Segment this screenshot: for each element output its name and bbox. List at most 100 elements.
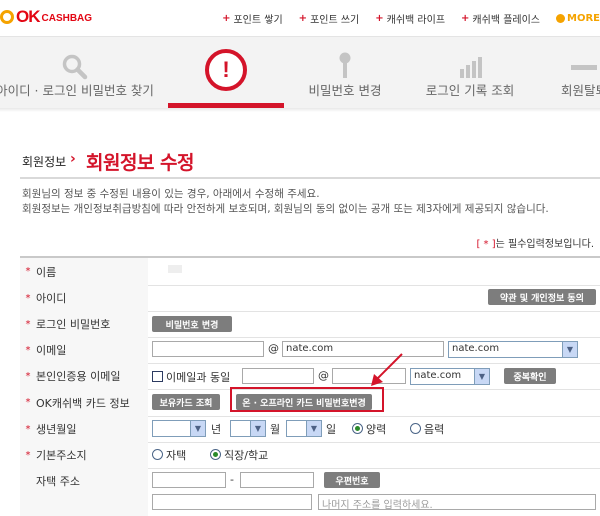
row-label: * 로그인 비밀번호	[20, 311, 148, 337]
zipcode-dash: -	[230, 473, 234, 486]
terms-consent-button[interactable]: 약관 및 개인정보 동의	[488, 289, 596, 305]
breadcrumb[interactable]: 회원정보	[22, 153, 66, 170]
nav-shadow	[0, 108, 600, 112]
view-cards-button[interactable]: 보유카드 조회	[152, 394, 220, 410]
logo-text: OK	[16, 7, 40, 26]
required-mark: [ * ]	[476, 239, 496, 250]
tab-edit-member-info[interactable]: !	[170, 37, 282, 109]
top-nav-earn-points[interactable]: + 포인트 쌓기	[222, 11, 283, 26]
row-value: 비밀번호 변경	[148, 311, 600, 337]
solar-label: 양력	[366, 423, 387, 436]
required-star-icon: *	[25, 344, 31, 356]
form-row-default-address: * 기본주소지 자택 직장/학교	[20, 442, 600, 469]
verification-email-domain-select-value: nate.com	[414, 370, 462, 381]
required-star-icon: *	[25, 449, 31, 461]
lunar-radio[interactable]	[410, 423, 421, 434]
tab-label: 회원탈퇴	[560, 83, 600, 98]
required-note-text: 는 필수입력정보입니다.	[495, 239, 594, 250]
chevron-down-icon: ▼	[250, 421, 265, 436]
duplicate-check-button[interactable]: 중복확인	[504, 368, 556, 384]
logo-sun-icon	[0, 10, 14, 24]
form-row-name: * 이름	[20, 258, 600, 286]
label-birthdate: 생년월일	[36, 423, 77, 436]
verification-email-id-input[interactable]	[242, 368, 314, 384]
logo-subtext: CASHBAG	[41, 13, 93, 24]
label-verification-email: 본인인증용 이메일	[36, 370, 121, 383]
lunar-label: 음력	[424, 423, 445, 436]
label-login-password: 로그인 비밀번호	[36, 318, 111, 331]
change-password-button[interactable]: 비밀번호 변경	[152, 316, 232, 332]
row-value	[148, 258, 600, 285]
row-value: - 우편번호 나머지 주소를 입력하세요.	[148, 468, 600, 516]
row-value: 자택 직장/학교	[148, 442, 600, 468]
chevron-down-icon: ▼	[306, 421, 321, 436]
email-id-input[interactable]	[152, 341, 264, 357]
required-star-icon: *	[25, 292, 31, 304]
solar-radio[interactable]	[352, 423, 363, 434]
row-label: * 생년월일	[20, 416, 148, 442]
top-nav: + 포인트 쌓기 + 포인트 쓰기 + 캐쉬백 라이프 + 캐쉬백 플레이스 MORE	[206, 11, 600, 26]
description-line-2: 회원정보는 개인정보취급방침에 따라 안전하게 보호되며, 회원님의 동의 없이…	[22, 203, 549, 215]
work-address-radio[interactable]	[210, 449, 221, 460]
key-icon	[339, 52, 351, 78]
minus-icon	[571, 65, 597, 70]
birth-year-select[interactable]: ▼	[152, 420, 206, 437]
form-row-home-address: 자택 주소 - 우편번호 나머지 주소를 입력하세요.	[20, 468, 600, 516]
plus-icon: +	[298, 13, 308, 24]
tab-login-history[interactable]: 로그인 기록 조회	[412, 37, 528, 109]
search-icon	[62, 54, 88, 80]
member-info-form: * 이름 * 아이디 약관 및 개인정보 동의 * 로그인 비밀번호 비밀번호 변경 …	[20, 256, 600, 516]
plus-icon: +	[461, 13, 470, 24]
row-label: * OK캐쉬백 카드 정보	[20, 389, 148, 416]
top-nav-cashbag-place[interactable]: + 캐쉬백 플레이스	[461, 11, 540, 26]
zipcode-second-input[interactable]	[240, 472, 314, 488]
address-detail-input[interactable]: 나머지 주소를 입력하세요.	[318, 494, 596, 511]
tab-withdraw[interactable]: 회원탈퇴	[544, 37, 600, 109]
chevron-down-icon: ▼	[190, 421, 205, 436]
title-divider	[20, 177, 600, 179]
form-row-email: * 이메일 @ nate.com nate.com ▼	[20, 337, 600, 364]
form-row-birthdate: * 생년월일 ▼ 년 ▼ 월 ▼ 일 양력 음력	[20, 416, 600, 443]
home-address-label: 자택	[166, 449, 187, 462]
row-label: * 아이디	[20, 285, 148, 311]
email-domain-select-value: nate.com	[452, 343, 500, 354]
row-label: * 본인인증용 이메일	[20, 363, 148, 389]
same-as-email-label: 이메일과 동일	[166, 371, 231, 384]
required-star-icon: *	[25, 266, 31, 277]
label-email: 이메일	[36, 344, 67, 357]
home-address-radio[interactable]	[152, 449, 163, 460]
label-default-address: 기본주소지	[36, 449, 87, 462]
tab-change-password[interactable]: 비밀번호 변경	[286, 37, 404, 109]
top-nav-cashbag-life[interactable]: + 캐쉬백 라이프	[375, 11, 445, 26]
day-unit: 일	[326, 423, 337, 436]
tab-find-id-password[interactable]: 아이디 · 로그인 비밀번호 찾기	[0, 37, 170, 109]
zipcode-search-button[interactable]: 우편번호	[324, 472, 380, 488]
top-nav-label: MORE	[567, 13, 600, 24]
row-value: 약관 및 개인정보 동의	[148, 285, 600, 311]
form-row-id: * 아이디 약관 및 개인정보 동의	[20, 285, 600, 312]
address-input[interactable]	[152, 494, 312, 510]
okcashbag-logo[interactable]: OK CASHBAG	[0, 7, 93, 26]
verification-email-domain-select[interactable]: nate.com ▼	[410, 368, 490, 385]
top-nav-label: 캐쉬백 라이프	[386, 15, 446, 26]
form-row-verification-email: * 본인인증용 이메일 이메일과 동일 @ nate.com ▼ 중복확인	[20, 363, 600, 390]
plus-icon: +	[222, 13, 231, 24]
required-star-icon: *	[25, 318, 31, 330]
birth-day-select[interactable]: ▼	[286, 420, 322, 437]
row-label: * 이름	[20, 258, 148, 285]
plus-icon: +	[375, 13, 384, 24]
email-domain-select[interactable]: nate.com ▼	[448, 341, 578, 358]
same-as-email-checkbox[interactable]	[152, 371, 163, 382]
annotation-arrow-icon	[371, 353, 403, 386]
email-domain-input[interactable]: nate.com	[282, 341, 444, 357]
top-nav-use-points[interactable]: + 포인트 쓰기	[299, 11, 360, 26]
top-nav-more[interactable]: MORE	[556, 11, 600, 26]
email-at-sign: @	[268, 342, 279, 355]
birth-month-select[interactable]: ▼	[230, 420, 266, 437]
more-dot-icon	[556, 14, 566, 23]
required-star-icon: *	[25, 423, 31, 435]
form-row-login-password: * 로그인 비밀번호 비밀번호 변경	[20, 311, 600, 338]
chevron-down-icon: ▼	[562, 342, 577, 357]
tab-label: 로그인 기록 조회	[425, 83, 515, 98]
zipcode-first-input[interactable]	[152, 472, 226, 488]
